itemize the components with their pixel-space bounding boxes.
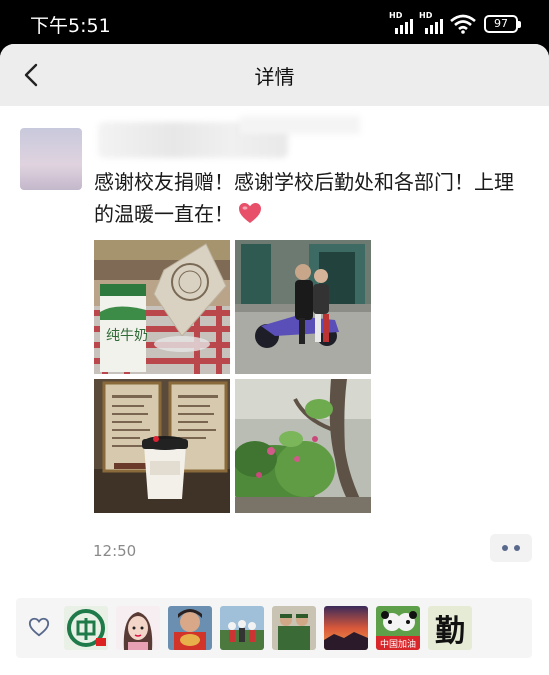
- dot-icon: [514, 545, 520, 551]
- heart-emoji-icon: [239, 203, 261, 223]
- nav-bar: 详情: [0, 44, 549, 106]
- heart-outline-icon: [28, 617, 50, 637]
- signal-icon: HD: [389, 11, 415, 34]
- avatar-person-food[interactable]: [168, 606, 212, 650]
- author-avatar[interactable]: [20, 128, 82, 190]
- battery-icon: 97: [484, 15, 521, 33]
- more-options-button[interactable]: [490, 534, 532, 562]
- page-title: 详情: [254, 65, 295, 89]
- photo-milk-carton[interactable]: 纯牛奶: [94, 240, 230, 374]
- post-text-body: 感谢校友捐赠！感谢学校后勤处和各部门！上理的温暖一直在！: [94, 170, 514, 226]
- photo-plants-and-tree[interactable]: [235, 379, 371, 513]
- calligraphy-char: 勤: [435, 614, 465, 649]
- avatar-group-photo[interactable]: [220, 606, 264, 650]
- photo-menu-and-coffee-cup[interactable]: [94, 379, 230, 513]
- avatar-panda-china[interactable]: 中国加油: [376, 606, 420, 650]
- wifi-icon: [450, 14, 476, 34]
- photo-scooter-riders[interactable]: [235, 240, 371, 374]
- signal-icon: HD: [419, 11, 445, 34]
- detail-sheet: 详情 感谢校友捐赠！感谢学校后勤处和各部门！上理的温暖一直在！ 纯牛奶 12:5…: [0, 44, 549, 675]
- post-time: 12:50: [93, 542, 137, 560]
- photo-grid: 纯牛奶: [94, 240, 372, 513]
- avatar-soldiers[interactable]: [272, 606, 316, 650]
- dot-icon: [502, 545, 508, 551]
- post-detail: 感谢校友捐赠！感谢学校后勤处和各部门！上理的温暖一直在！ 纯牛奶 12:50 中…: [0, 106, 549, 675]
- post-text: 感谢校友捐赠！感谢学校后勤处和各部门！上理的温暖一直在！: [94, 166, 524, 230]
- likes-panel: 中国加油 勤: [16, 598, 532, 658]
- status-bar: 下午5:51 HD HD 97: [0, 0, 549, 44]
- avatar-sunset[interactable]: [324, 606, 368, 650]
- author-name-blur-extra: [240, 116, 360, 134]
- status-time: 下午5:51: [30, 15, 111, 37]
- avatar-cartoon-girl[interactable]: [116, 606, 160, 650]
- panda-caption: 中国加油: [380, 638, 416, 650]
- carton-text: 纯牛奶: [106, 328, 148, 344]
- avatar-green-logo[interactable]: [64, 606, 108, 650]
- avatar-calligraphy[interactable]: 勤: [428, 606, 472, 650]
